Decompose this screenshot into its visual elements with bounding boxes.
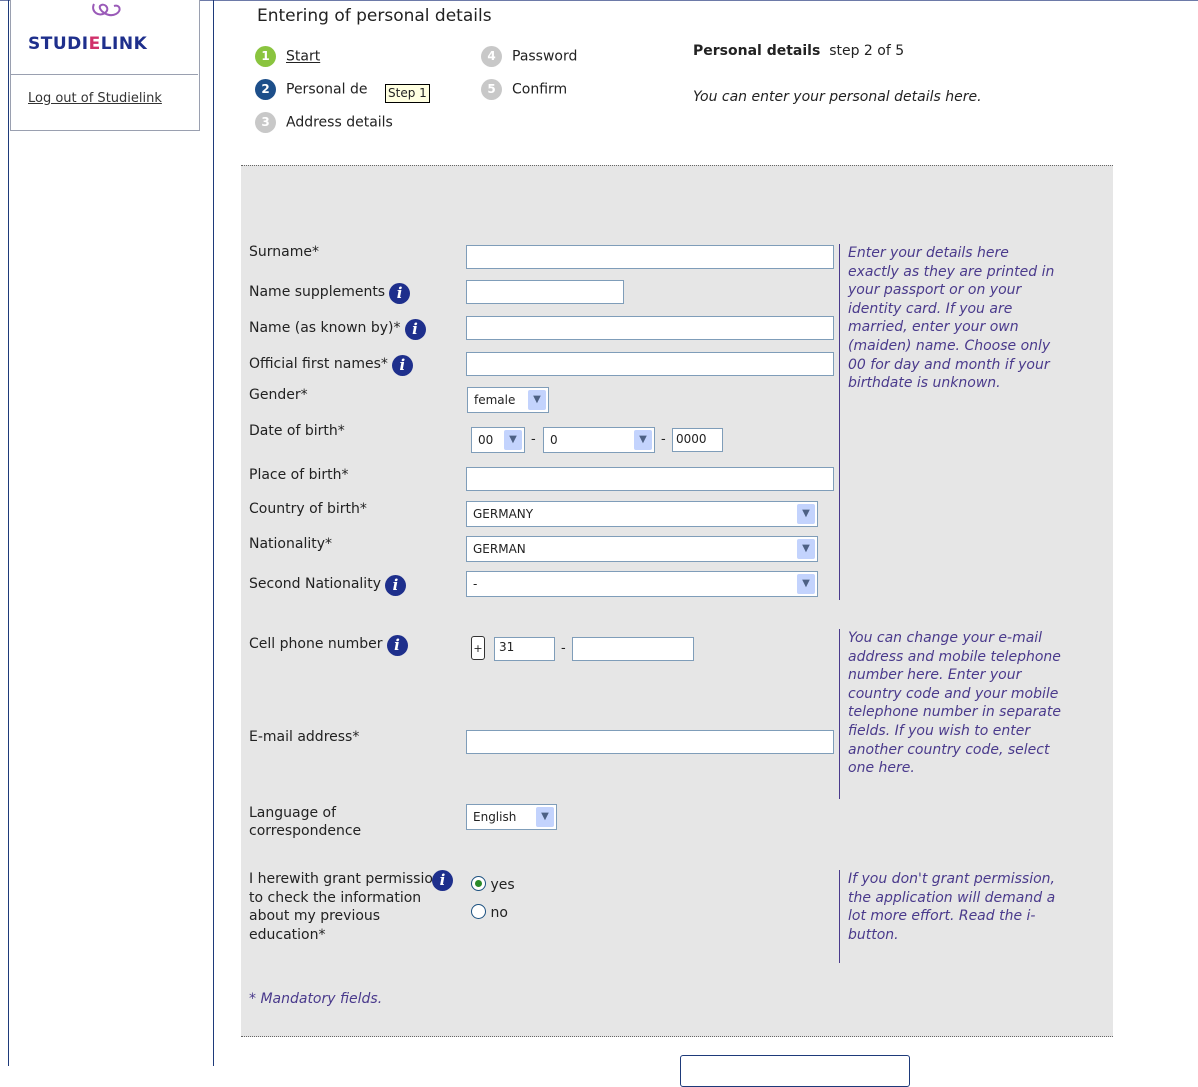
name-supplements-input[interactable] — [466, 280, 624, 304]
known-by-input[interactable] — [466, 316, 834, 340]
studielink-logo-icon — [92, 3, 121, 16]
nationality-select[interactable]: GERMAN ▼ — [466, 536, 818, 562]
logout-link[interactable]: Log out of Studielink — [28, 91, 162, 106]
step-address-label: Address details — [286, 114, 393, 131]
second-nationality-label: Second Nationality — [249, 576, 381, 592]
dob-day-value: 00 — [478, 433, 494, 447]
step-password: 4 Password — [481, 46, 577, 67]
step-number-5: 5 — [481, 79, 502, 100]
step-personal-label: Personal de — [286, 81, 368, 98]
step-personal-details: 2 Personal de — [255, 79, 367, 100]
cell-phone-label: Cell phone number — [249, 636, 383, 652]
gender-label: Gender* — [249, 387, 308, 403]
phone-separator: - — [561, 641, 566, 656]
name-supplements-label: Name supplements — [249, 284, 386, 300]
step-number-1: 1 — [255, 46, 276, 67]
step-number-4: 4 — [481, 46, 502, 67]
phone-country-code-button[interactable]: + — [471, 636, 485, 660]
country-of-birth-select[interactable]: GERMANY ▼ — [466, 501, 818, 527]
chevron-down-icon: ▼ — [536, 807, 554, 827]
known-by-row: Name (as known by)* i — [249, 319, 426, 340]
chevron-down-icon: ▼ — [797, 539, 815, 559]
sidebar-divider — [10, 74, 198, 75]
permission-yes-option[interactable]: yes — [471, 876, 515, 893]
cell-phone-row: Cell phone number i — [249, 635, 408, 656]
step-indicator-count: step 2 of 5 — [829, 43, 905, 59]
email-label: E-mail address* — [249, 729, 360, 745]
place-of-birth-input[interactable] — [466, 467, 834, 491]
permission-yes-radio[interactable] — [471, 876, 486, 891]
first-names-row: Official first names* i — [249, 355, 413, 376]
dob-separator: - — [531, 432, 536, 447]
chevron-down-icon: ▼ — [797, 504, 815, 524]
step-indicator: Personal details step 2 of 5 — [693, 43, 904, 59]
step-indicator-title: Personal details — [693, 43, 821, 59]
second-nationality-value: - — [473, 577, 478, 591]
country-of-birth-value: GERMANY — [473, 507, 534, 521]
known-by-label: Name (as known by)* — [249, 320, 401, 336]
step-confirm: 5 Confirm — [481, 79, 567, 100]
second-nationality-row: Second Nationality i — [249, 575, 406, 596]
nationality-value: GERMAN — [473, 542, 526, 556]
step-tooltip: Step 1 — [385, 84, 430, 103]
info-icon[interactable]: i — [404, 319, 426, 340]
email-input[interactable] — [466, 730, 834, 754]
step-number-3: 3 — [255, 112, 276, 133]
place-of-birth-label: Place of birth* — [249, 467, 349, 483]
info-icon[interactable]: i — [432, 870, 453, 891]
nationality-label: Nationality* — [249, 536, 333, 552]
first-names-input[interactable] — [466, 352, 834, 376]
step-description: You can enter your personal details here… — [693, 89, 982, 105]
page-title: Entering of personal details — [257, 6, 492, 26]
info-icon[interactable]: i — [386, 635, 408, 656]
dob-month-value: 0 — [550, 433, 558, 447]
next-button[interactable] — [680, 1055, 910, 1087]
phone-country-code-input[interactable]: 31 — [494, 637, 555, 661]
step-start[interactable]: 1 Start — [255, 46, 320, 67]
info-icon[interactable]: i — [389, 283, 411, 304]
first-names-label: Official first names* — [249, 356, 388, 372]
dob-label: Date of birth* — [249, 423, 345, 439]
left-border — [8, 0, 9, 1066]
dob-separator: - — [661, 432, 666, 447]
gender-value: female — [474, 393, 516, 407]
permission-no-option[interactable]: no — [471, 904, 508, 921]
language-select[interactable]: English ▼ — [466, 804, 557, 830]
language-value: English — [473, 810, 517, 824]
contact-help: You can change your e-mail address and m… — [839, 629, 1061, 799]
permission-yes-label: yes — [490, 877, 515, 893]
info-icon[interactable]: i — [391, 355, 413, 376]
chevron-down-icon: ▼ — [797, 574, 815, 594]
step-password-label: Password — [512, 48, 578, 65]
dob-year-input[interactable]: 0000 — [672, 428, 723, 452]
surname-label: Surname* — [249, 244, 319, 260]
studielink-logo[interactable]: STUDIELINK — [28, 34, 147, 54]
second-nationality-select[interactable]: - ▼ — [466, 571, 818, 597]
sidebar-separator — [213, 0, 214, 1066]
info-icon[interactable]: i — [384, 575, 406, 596]
name-supplements-row: Name supplements i — [249, 283, 411, 304]
step-start-link[interactable]: Start — [286, 49, 320, 65]
permission-label: I herewith grant permission to check the… — [249, 871, 442, 943]
surname-input[interactable] — [466, 245, 834, 269]
step-address-details: 3 Address details — [255, 112, 393, 133]
permission-help: If you don't grant permission, the appli… — [839, 870, 1061, 963]
phone-number-input[interactable] — [572, 637, 694, 661]
dob-day-select[interactable]: 00 ▼ — [471, 427, 525, 453]
step-confirm-label: Confirm — [512, 81, 568, 98]
personal-details-help: Enter your details here exactly as they … — [839, 244, 1061, 600]
language-label: Language of correspondence — [249, 805, 362, 839]
dob-month-select[interactable]: 0 ▼ — [543, 427, 655, 453]
step-number-2: 2 — [255, 79, 276, 100]
mandatory-note: * Mandatory fields. — [249, 991, 383, 1007]
chevron-down-icon: ▼ — [504, 430, 522, 450]
permission-no-label: no — [490, 905, 508, 921]
gender-select[interactable]: female ▼ — [467, 387, 549, 413]
country-of-birth-label: Country of birth* — [249, 501, 367, 517]
permission-no-radio[interactable] — [471, 904, 486, 919]
chevron-down-icon: ▼ — [528, 390, 546, 410]
chevron-down-icon: ▼ — [634, 430, 652, 450]
